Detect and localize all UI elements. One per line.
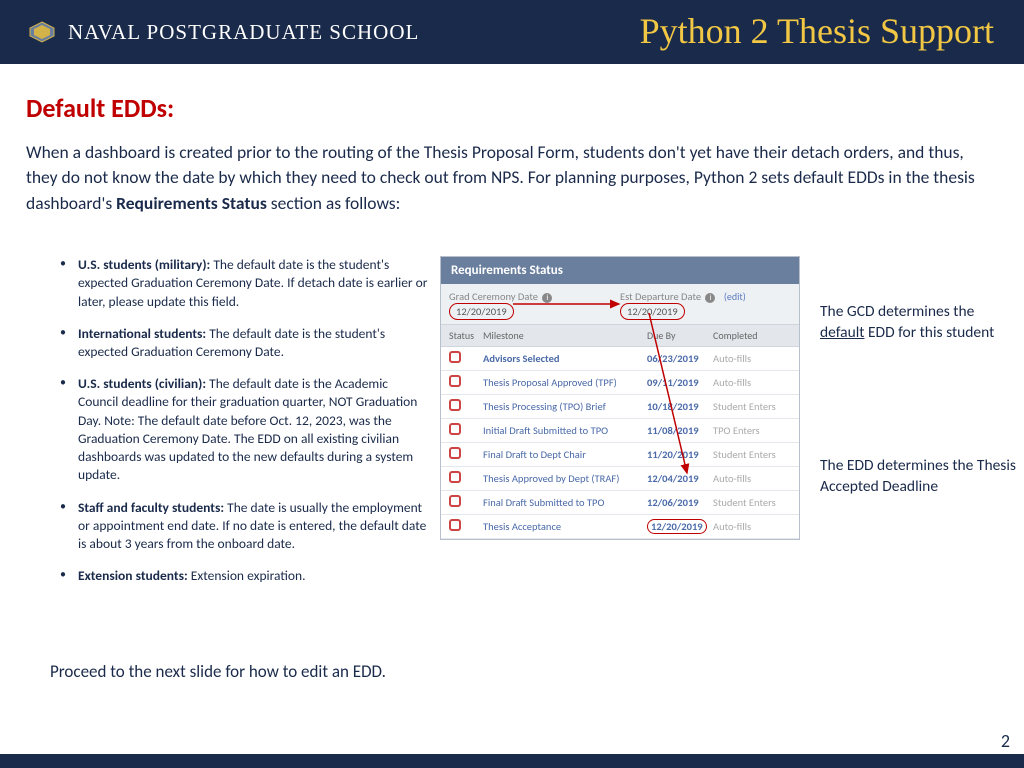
proceed-text: Proceed to the next slide for how to edi… bbox=[50, 661, 386, 682]
milestone-name: Final Draft to Dept Chair bbox=[483, 448, 647, 461]
table-row: Thesis Approved by Dept (TRAF)12/04/2019… bbox=[441, 467, 799, 491]
table-row: Final Draft Submitted to TPO12/06/2019St… bbox=[441, 491, 799, 515]
col-milestone: Milestone bbox=[483, 329, 647, 342]
checkbox-icon bbox=[449, 351, 461, 363]
milestone-name: Thesis Processing (TPO) Brief bbox=[483, 400, 647, 413]
completed-by: Auto-fills bbox=[713, 376, 791, 389]
bullet-item: Extension students: Extension expiration… bbox=[60, 567, 430, 585]
milestone-name: Thesis Acceptance bbox=[483, 520, 647, 533]
completed-by: Student Enters bbox=[713, 400, 791, 413]
section-heading: Default EDDs: bbox=[0, 64, 1024, 140]
col-completed: Completed bbox=[713, 329, 791, 342]
intro-text-b: section as follows: bbox=[267, 192, 401, 214]
bullet-item: U.S. students (military): The default da… bbox=[60, 256, 430, 311]
info-icon: i bbox=[705, 293, 715, 303]
milestone-name: Initial Draft Submitted to TPO bbox=[483, 424, 647, 437]
edd-value: 12/20/2019 bbox=[620, 303, 685, 320]
table-row: Thesis Proposal Approved (TPF)09/11/2019… bbox=[441, 371, 799, 395]
completed-by: Student Enters bbox=[713, 496, 791, 509]
edd-label: Est Departure Date bbox=[620, 290, 701, 303]
footer-bar bbox=[0, 754, 1024, 768]
bullet-item: U.S. students (civilian): The default da… bbox=[60, 375, 430, 484]
completed-by: Auto-fills bbox=[713, 352, 791, 365]
bullet-item: International students: The default date… bbox=[60, 325, 430, 361]
table-row: Initial Draft Submitted to TPO11/08/2019… bbox=[441, 419, 799, 443]
milestone-name: Thesis Approved by Dept (TRAF) bbox=[483, 472, 647, 485]
bullet-item: Staff and faculty students: The date is … bbox=[60, 499, 430, 554]
checkbox-icon bbox=[449, 495, 461, 507]
note-edd: The EDD determines the Thesis Accepted D… bbox=[820, 456, 1020, 498]
table-row: Thesis Processing (TPO) Brief10/18/2019S… bbox=[441, 395, 799, 419]
due-date: 10/18/2019 bbox=[647, 400, 713, 413]
milestone-name: Thesis Proposal Approved (TPF) bbox=[483, 376, 647, 389]
completed-by: Auto-fills bbox=[713, 472, 791, 485]
completed-by: Student Enters bbox=[713, 448, 791, 461]
nps-seal-icon bbox=[28, 20, 56, 44]
right-column: Requirements Status Grad Ceremony Date i… bbox=[440, 256, 1024, 599]
checkbox-icon bbox=[449, 471, 461, 483]
grad-date-label: Grad Ceremony Date bbox=[449, 290, 538, 303]
columns: U.S. students (military): The default da… bbox=[0, 256, 1024, 599]
milestone-name: Advisors Selected bbox=[483, 352, 647, 365]
intro-bold: Requirements Status bbox=[116, 192, 267, 214]
edd-col: Est Departure Date i (edit) 12/20/2019 bbox=[620, 290, 791, 320]
due-date: 12/20/2019 bbox=[647, 519, 713, 534]
bullet-list: U.S. students (military): The default da… bbox=[0, 256, 440, 599]
completed-by: Auto-fills bbox=[713, 520, 791, 533]
edit-link[interactable]: (edit) bbox=[724, 290, 746, 303]
due-date: 06/23/2019 bbox=[647, 352, 713, 365]
checkbox-icon bbox=[449, 447, 461, 459]
table-row: Final Draft to Dept Chair11/20/2019Stude… bbox=[441, 443, 799, 467]
col-status: Status bbox=[449, 329, 483, 342]
info-icon: i bbox=[542, 293, 552, 303]
header-bar: NAVAL POSTGRADUATE SCHOOL Python 2 Thesi… bbox=[0, 0, 1024, 64]
col-due: Due By bbox=[647, 329, 713, 342]
requirements-status-panel: Requirements Status Grad Ceremony Date i… bbox=[440, 256, 800, 540]
due-date: 09/11/2019 bbox=[647, 376, 713, 389]
table-row: Advisors Selected06/23/2019Auto-fills bbox=[441, 347, 799, 371]
milestone-rows: Advisors Selected06/23/2019Auto-fillsThe… bbox=[441, 347, 799, 539]
milestone-header: Status Milestone Due By Completed bbox=[441, 324, 799, 347]
panel-dates: Grad Ceremony Date i 12/20/2019 Est Depa… bbox=[441, 284, 799, 324]
due-date: 11/20/2019 bbox=[647, 448, 713, 461]
page-number: 2 bbox=[1001, 730, 1010, 752]
header-left: NAVAL POSTGRADUATE SCHOOL bbox=[0, 20, 419, 45]
panel-title: Requirements Status bbox=[441, 257, 799, 284]
note-gcd: The GCD determines the default EDD for t… bbox=[820, 302, 1020, 344]
grad-date-value: 12/20/2019 bbox=[449, 303, 514, 320]
checkbox-icon bbox=[449, 423, 461, 435]
content: Default EDDs: When a dashboard is create… bbox=[0, 64, 1024, 754]
grad-date-col: Grad Ceremony Date i 12/20/2019 bbox=[449, 290, 620, 320]
school-name: NAVAL POSTGRADUATE SCHOOL bbox=[68, 20, 419, 45]
completed-by: TPO Enters bbox=[713, 424, 791, 437]
table-row: Thesis Acceptance12/20/2019Auto-fills bbox=[441, 515, 799, 539]
due-date: 12/04/2019 bbox=[647, 472, 713, 485]
slide-title: Python 2 Thesis Support bbox=[640, 10, 994, 52]
slide: NAVAL POSTGRADUATE SCHOOL Python 2 Thesi… bbox=[0, 0, 1024, 768]
due-date: 11/08/2019 bbox=[647, 424, 713, 437]
intro-paragraph: When a dashboard is created prior to the… bbox=[0, 140, 1024, 216]
milestone-name: Final Draft Submitted to TPO bbox=[483, 496, 647, 509]
checkbox-icon bbox=[449, 375, 461, 387]
checkbox-icon bbox=[449, 519, 461, 531]
due-date: 12/06/2019 bbox=[647, 496, 713, 509]
checkbox-icon bbox=[449, 399, 461, 411]
